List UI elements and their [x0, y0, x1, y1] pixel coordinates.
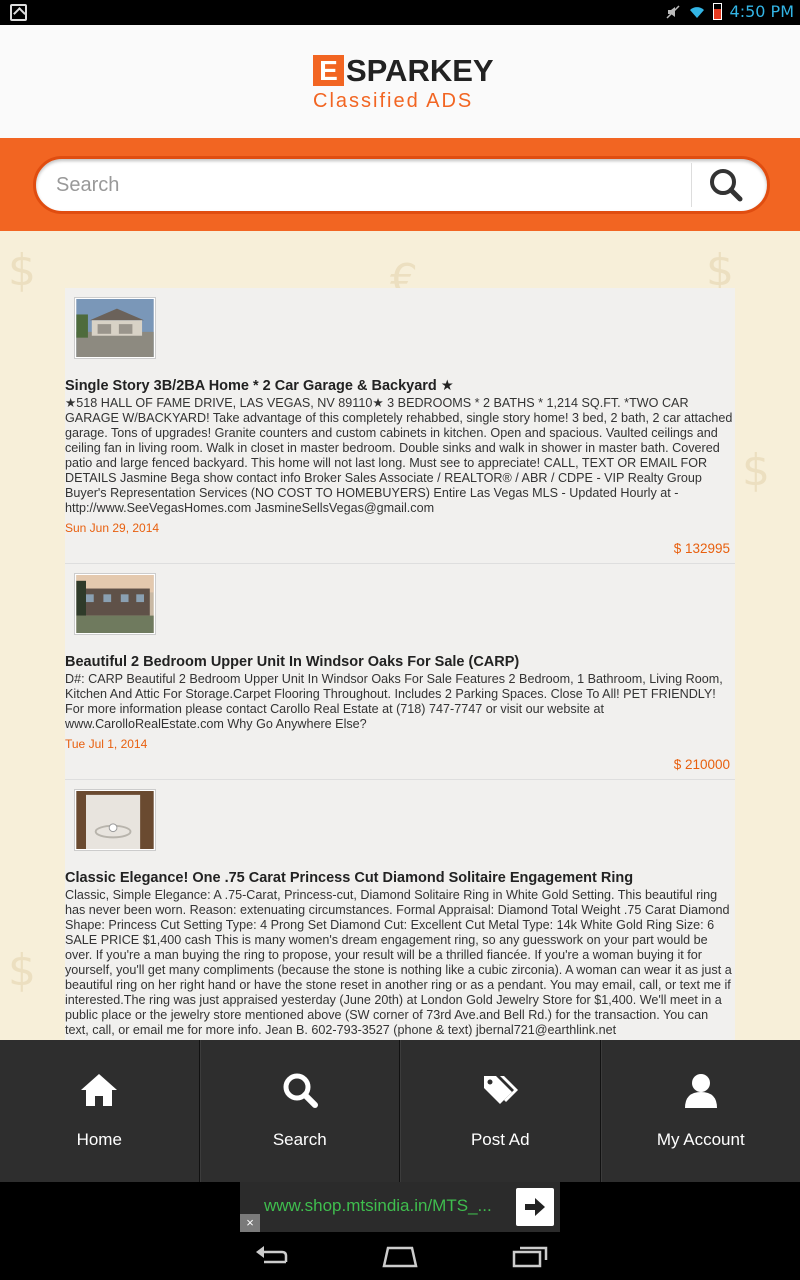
status-icons: 4:50 PM [665, 2, 794, 21]
ad-arrow-button[interactable] [516, 1188, 554, 1226]
wifi-icon [689, 6, 704, 18]
listing-list: Single Story 3B/2BA Home * 2 Car Garage … [65, 288, 735, 1040]
search-icon [710, 169, 743, 202]
back-button[interactable] [252, 1242, 292, 1270]
clock: 4:50 PM [729, 2, 794, 21]
logo-letter: E [313, 55, 344, 86]
listing-description: D#: CARP Beautiful 2 Bedroom Upper Unit … [65, 672, 723, 731]
dollar-decoration-icon: $ [8, 245, 36, 296]
nav-my-account[interactable]: My Account [600, 1040, 800, 1182]
dollar-decoration-icon: $ [8, 945, 36, 996]
system-navigation [0, 1232, 800, 1280]
listing-thumbnail[interactable] [75, 574, 155, 634]
nav-search[interactable]: Search [199, 1040, 400, 1182]
search-bar [0, 138, 800, 231]
search-divider [691, 163, 692, 207]
listing-item[interactable]: Beautiful 2 Bedroom Upper Unit In Windso… [65, 564, 735, 780]
recent-apps-button[interactable] [510, 1242, 550, 1270]
listing-description: ★518 HALL OF FAME DRIVE, LAS VEGAS, NV 8… [65, 396, 733, 515]
nav-post-ad[interactable]: Post Ad [400, 1040, 601, 1182]
ad-banner[interactable]: www.shop.mtsindia.in/MTS_... × [240, 1182, 560, 1232]
status-bar: 4:50 PM [0, 0, 800, 25]
nav-home-label: Home [76, 1130, 122, 1149]
notification-icon [10, 4, 27, 21]
search-input[interactable] [56, 167, 676, 203]
nav-post-ad-label: Post Ad [470, 1130, 530, 1149]
nav-my-account-label: My Account [656, 1130, 745, 1149]
listing-date: Sun Jun 29, 2014 [65, 521, 160, 535]
ad-close-button[interactable]: × [240, 1214, 260, 1232]
home-icon [81, 1074, 118, 1106]
home-system-button[interactable] [380, 1242, 420, 1270]
search-box [33, 156, 770, 214]
listing-title[interactable]: Single Story 3B/2BA Home * 2 Car Garage … [65, 377, 735, 395]
search-button[interactable] [706, 165, 746, 205]
user-icon [684, 1074, 717, 1108]
nav-search-label: Search [272, 1130, 327, 1149]
app-header: E SPARKEY Classified ADS [0, 25, 800, 138]
ad-bar: www.shop.mtsindia.in/MTS_... × [0, 1182, 800, 1232]
recent-apps-icon [512, 1246, 548, 1268]
arrow-right-icon [525, 1198, 545, 1216]
mute-icon [666, 4, 680, 19]
logo-subtitle: Classified ADS [313, 90, 474, 112]
back-icon [256, 1246, 288, 1264]
battery-icon [712, 3, 722, 20]
app-screen: $ $ € $ $ E SPARKEY Classified ADS Searc… [0, 25, 800, 1040]
listing-date: Tue Jul 1, 2014 [65, 737, 148, 751]
listing-price: $ 210000 [673, 757, 730, 772]
listing-title[interactable]: Classic Elegance! One .75 Carat Princess… [65, 869, 735, 887]
listing-thumbnail[interactable] [75, 298, 155, 358]
dollar-decoration-icon: $ [742, 445, 770, 496]
listing-description: Classic, Simple Elegance: A .75-Carat, P… [65, 888, 732, 1037]
listing-title[interactable]: Beautiful 2 Bedroom Upper Unit In Windso… [65, 653, 735, 671]
search-icon [283, 1073, 318, 1108]
logo-name: SPARKEY [346, 53, 494, 88]
tags-icon [484, 1076, 519, 1104]
home-system-icon [382, 1246, 418, 1268]
bottom-navigation: Home Search Post Ad My Account [0, 1040, 800, 1182]
listing-item[interactable]: Single Story 3B/2BA Home * 2 Car Garage … [65, 288, 735, 564]
nav-home[interactable]: Home [0, 1040, 200, 1182]
ad-text[interactable]: www.shop.mtsindia.in/MTS_... [264, 1196, 492, 1216]
listing-thumbnail[interactable] [75, 790, 155, 850]
listing-item[interactable]: Classic Elegance! One .75 Carat Princess… [65, 780, 735, 1040]
listing-price: $ 132995 [673, 541, 730, 556]
